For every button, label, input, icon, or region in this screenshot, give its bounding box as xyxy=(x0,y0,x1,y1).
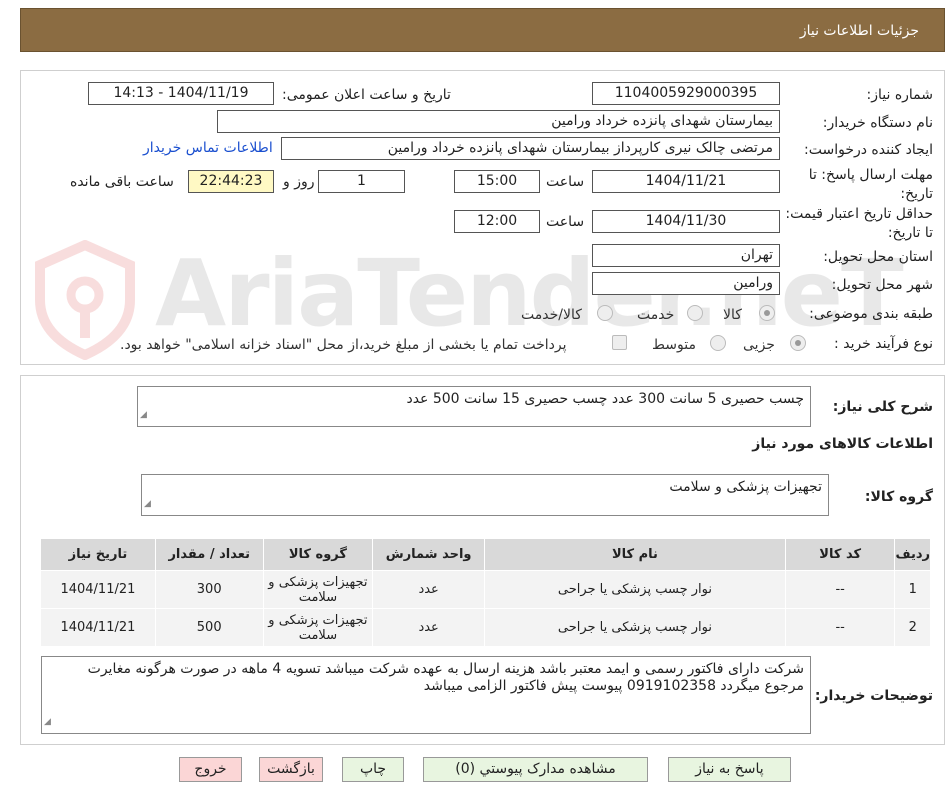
cell-goods-name: نوار چسب پزشکی یا جراحی xyxy=(484,608,786,647)
cell-goods-group: تجهیزات پزشکی و سلامت xyxy=(262,570,374,609)
page-title: جزئیات اطلاعات نیاز xyxy=(799,23,919,39)
resize-grip-icon[interactable]: ◢ xyxy=(144,496,151,513)
cell-quantity: 300 xyxy=(154,570,264,609)
reply-button[interactable]: پاسخ به نیاز xyxy=(668,757,791,782)
buyer-org-label: نام دستگاه خریدار: xyxy=(822,115,933,131)
announce-datetime-label: تاریخ و ساعت اعلان عمومی: xyxy=(282,87,451,103)
cell-unit: عدد xyxy=(372,608,485,647)
reply-date-field: 1404/11/21 xyxy=(592,170,780,193)
goods-group-text: تجهیزات پزشکی و سلامت xyxy=(669,479,822,495)
validity-label: حداقل تاریخ اعتبار قیمت: تا تاریخ: xyxy=(785,206,933,241)
back-button[interactable]: بازگشت xyxy=(259,757,323,782)
buyer-notes-text: شرکت دارای فاکتور رسمی و ایمد معتبر باشد… xyxy=(87,661,804,694)
category-service-label: خدمت xyxy=(637,307,675,323)
need-number-field: 1104005929000395 xyxy=(592,82,780,105)
validity-time-label: ساعت xyxy=(546,214,585,230)
reply-deadline-label: مهلت ارسال پاسخ: تا تاریخ: xyxy=(808,167,933,202)
resize-grip-icon[interactable]: ◢ xyxy=(44,714,51,731)
cell-row-number: 1 xyxy=(894,570,931,609)
table-row: 1 -- نوار چسب پزشکی یا جراحی عدد تجهیزات… xyxy=(40,570,931,609)
exit-button[interactable]: خروج xyxy=(179,757,242,782)
cell-goods-code: -- xyxy=(784,608,896,647)
city-label: شهر محل تحویل: xyxy=(831,277,933,293)
col-header-goods-code: کد کالا xyxy=(784,538,896,571)
validity-date-field: 1404/11/30 xyxy=(592,210,780,233)
col-header-goods-name: نام کالا xyxy=(484,538,786,571)
resize-grip-icon[interactable]: ◢ xyxy=(140,407,147,424)
summary-label: شرح کلی نیاز: xyxy=(832,399,933,415)
summary-text: چسب حصیری 5 سانت 300 عدد چسب حصیری 15 سا… xyxy=(406,391,804,407)
cell-need-date: 1404/11/21 xyxy=(40,608,156,647)
cell-goods-name: نوار چسب پزشکی یا جراحی xyxy=(484,570,786,609)
process-medium-radio[interactable] xyxy=(710,335,726,351)
process-medium-label: متوسط xyxy=(652,337,696,353)
cell-quantity: 500 xyxy=(154,608,264,647)
days-label: روز و xyxy=(283,174,315,190)
summary-textarea[interactable]: چسب حصیری 5 سانت 300 عدد چسب حصیری 15 سا… xyxy=(137,386,811,427)
cell-goods-group: تجهیزات پزشکی و سلامت xyxy=(262,608,374,647)
buyer-notes-label: توضیحات خریدار: xyxy=(814,688,933,704)
col-header-unit: واحد شمارش xyxy=(372,538,485,571)
cell-unit: عدد xyxy=(372,570,485,609)
process-label: نوع فرآیند خرید : xyxy=(834,336,933,352)
goods-group-textarea[interactable]: تجهیزات پزشکی و سلامت ◢ xyxy=(141,474,829,516)
city-field: ورامین xyxy=(592,272,780,295)
process-minor-radio[interactable] xyxy=(790,335,806,351)
process-minor-label: جزیی xyxy=(743,337,775,353)
buyer-notes-textarea[interactable]: شرکت دارای فاکتور رسمی و ایمد معتبر باشد… xyxy=(41,656,811,734)
category-goods-service-radio[interactable] xyxy=(597,305,613,321)
cell-goods-code: -- xyxy=(784,570,896,609)
category-label: طبقه بندی موضوعی: xyxy=(809,306,933,322)
cell-row-number: 2 xyxy=(894,608,931,647)
reply-time-label: ساعت xyxy=(546,174,585,190)
col-header-need-date: تاریخ نیاز xyxy=(40,538,156,571)
category-goods-label: کالا xyxy=(723,307,742,323)
table-header-row: ردیف کد کالا نام کالا واحد شمارش گروه کا… xyxy=(40,538,931,571)
print-button[interactable]: چاپ xyxy=(342,757,404,782)
buyer-org-field: بیمارستان شهدای پانزده خرداد ورامین xyxy=(217,110,780,133)
page-header: جزئیات اطلاعات نیاز xyxy=(20,8,945,52)
col-header-quantity: تعداد / مقدار xyxy=(154,538,264,571)
goods-info-heading: اطلاعات کالاهای مورد نیاز xyxy=(752,436,933,452)
remaining-label: ساعت باقی مانده xyxy=(70,174,174,190)
reply-time-field: 15:00 xyxy=(454,170,540,193)
reply-days-field: 1 xyxy=(318,170,405,193)
announce-datetime-field: 1404/11/19 - 14:13 xyxy=(88,82,274,105)
need-number-label: شماره نیاز: xyxy=(866,87,934,103)
view-attachments-button[interactable]: مشاهده مدارک پیوستي (0) xyxy=(423,757,648,782)
remaining-time-field: 22:44:23 xyxy=(188,170,274,193)
treasury-note: پرداخت تمام یا بخشی از مبلغ خرید،از محل … xyxy=(120,337,567,353)
buyer-contact-link[interactable]: اطلاعات تماس خریدار xyxy=(143,140,273,156)
goods-group-label: گروه کالا: xyxy=(864,489,933,505)
cell-need-date: 1404/11/21 xyxy=(40,570,156,609)
province-label: استان محل تحویل: xyxy=(823,249,933,265)
validity-time-field: 12:00 xyxy=(454,210,540,233)
goods-table: ردیف کد کالا نام کالا واحد شمارش گروه کا… xyxy=(40,538,931,647)
col-header-goods-group: گروه کالا xyxy=(262,538,374,571)
requester-label: ایجاد کننده درخواست: xyxy=(804,142,933,158)
category-goods-service-label: کالا/خدمت xyxy=(521,307,582,323)
category-goods-radio[interactable] xyxy=(759,305,775,321)
col-header-row-number: ردیف xyxy=(894,538,931,571)
requester-field: مرتضی چالک نیری کارپرداز بیمارستان شهدای… xyxy=(281,137,780,160)
treasury-checkbox[interactable] xyxy=(612,335,627,350)
category-service-radio[interactable] xyxy=(687,305,703,321)
table-row: 2 -- نوار چسب پزشکی یا جراحی عدد تجهیزات… xyxy=(40,608,931,647)
province-field: تهران xyxy=(592,244,780,267)
